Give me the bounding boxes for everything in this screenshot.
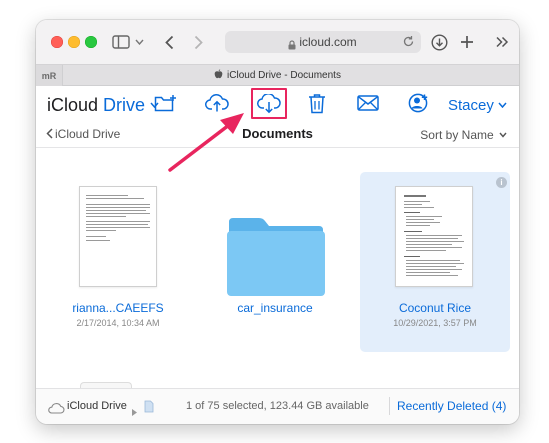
file-item[interactable]: rianna...CAEEFS 2/17/2014, 10:34 AM (56, 172, 180, 332)
active-tab[interactable]: iCloud Drive - Documents (36, 69, 519, 82)
selection-info: 1 of 75 selected, 123.44 GB available (186, 400, 369, 412)
document-thumbnail (395, 186, 473, 287)
close-window-button[interactable] (51, 36, 63, 48)
safari-window: icloud.com mR iCloud Drive - Documents i… (36, 20, 519, 424)
user-menu[interactable]: Stacey (448, 95, 507, 114)
icloud-icon (47, 401, 65, 419)
minimize-window-button[interactable] (68, 36, 80, 48)
user-name-label: Stacey (448, 97, 494, 114)
file-name: car_insurance (237, 301, 313, 315)
file-item-selected[interactable]: i Coconut Rice 10/29/2021, 3:57 PM (360, 172, 510, 352)
new-tab-plus-icon[interactable] (459, 33, 475, 51)
back-arrow-icon[interactable] (162, 33, 176, 51)
chevron-down-icon (499, 127, 507, 141)
sort-label: Sort by Name (420, 128, 494, 142)
brand-icloud: iCloud (47, 95, 99, 115)
download-highlight-box (251, 88, 287, 119)
sidebar-icon[interactable] (112, 34, 130, 50)
info-icon[interactable]: i (496, 177, 507, 188)
url-text: icloud.com (299, 35, 357, 49)
file-date: 2/17/2014, 10:34 AM (76, 318, 160, 328)
status-divider (389, 397, 390, 415)
sort-menu[interactable]: Sort by Name (420, 127, 507, 142)
triangle-right-icon (132, 403, 137, 421)
tab-bar: mR iCloud Drive - Documents (36, 64, 519, 86)
status-location[interactable]: iCloud Drive (67, 400, 127, 412)
chevron-down-icon[interactable] (134, 36, 144, 48)
tab-overflow-icon[interactable] (494, 34, 510, 50)
address-bar[interactable]: icloud.com (225, 31, 421, 53)
app-title[interactable]: iCloud Drive (47, 92, 159, 116)
zoom-window-button[interactable] (85, 36, 97, 48)
folder-icon (225, 214, 327, 303)
icloud-app-bar: iCloud Drive Stacey (36, 86, 519, 122)
document-small-icon (144, 400, 154, 418)
tab-title-text: iCloud Drive - Documents (227, 70, 341, 81)
apple-icon (214, 69, 223, 82)
document-thumbnail (79, 186, 157, 287)
mail-icon[interactable] (356, 93, 380, 113)
chevron-down-icon (498, 95, 507, 112)
file-grid: rianna...CAEEFS 2/17/2014, 10:34 AM car_… (36, 148, 519, 392)
share-people-icon[interactable] (406, 92, 430, 114)
brand-drive: Drive (103, 95, 146, 115)
recently-deleted-link[interactable]: Recently Deleted (4) (397, 399, 506, 413)
new-folder-icon[interactable] (153, 92, 179, 114)
file-name: Coconut Rice (398, 301, 472, 315)
forward-arrow-icon[interactable] (191, 33, 205, 51)
folder-item[interactable]: car_insurance (213, 172, 337, 332)
status-bar: iCloud Drive 1 of 75 selected, 123.44 GB… (36, 388, 519, 424)
file-name: rianna...CAEEFS (72, 301, 164, 315)
folder-nav-bar: iCloud Drive Documents Sort by Name (36, 122, 519, 148)
browser-toolbar: icloud.com (36, 20, 519, 64)
file-date: 10/29/2021, 3:57 PM (393, 318, 477, 328)
upload-icon[interactable] (203, 91, 231, 115)
downloads-icon[interactable] (430, 33, 448, 51)
trash-icon[interactable] (306, 91, 328, 115)
reload-icon[interactable] (402, 35, 415, 53)
